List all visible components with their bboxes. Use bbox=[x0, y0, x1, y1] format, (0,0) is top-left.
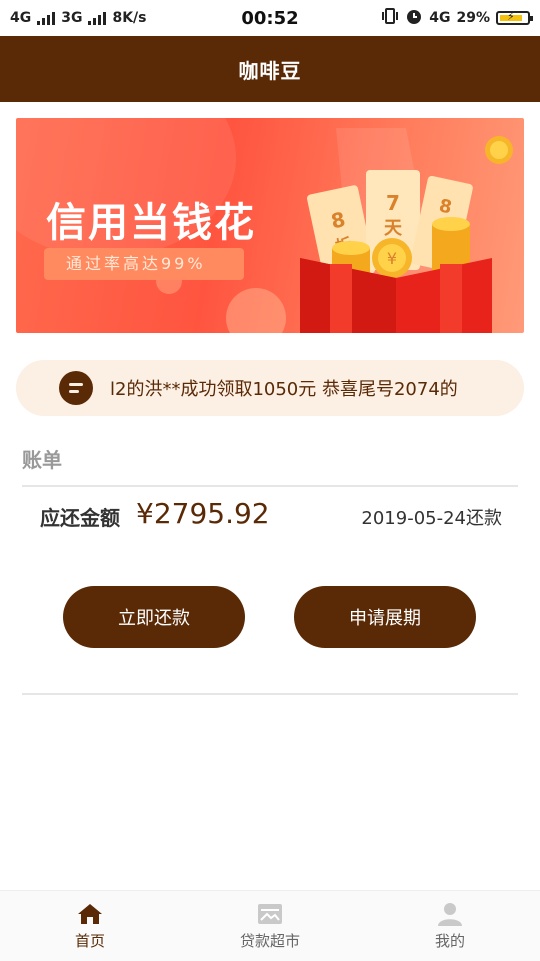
apply-extension-button[interactable]: 申请展期 bbox=[294, 586, 476, 648]
clock: 00:52 bbox=[241, 7, 299, 29]
status-bar: 4G 3G 8K/s 00:52 4G 29% ⚡ bbox=[0, 0, 540, 36]
battery-icon: ⚡ bbox=[496, 10, 533, 25]
tab-loan-market[interactable]: 贷款超市 bbox=[180, 891, 360, 961]
announcement-bar[interactable]: l2的洪**成功领取1050元 恭喜尾号2074的 bbox=[16, 360, 524, 416]
store-icon bbox=[258, 903, 282, 924]
divider bbox=[22, 485, 518, 487]
home-icon bbox=[78, 903, 102, 924]
tab-home[interactable]: 首页 bbox=[0, 891, 180, 961]
bill-section-title: 账单 bbox=[22, 448, 62, 472]
network-type-1: 4G bbox=[10, 10, 32, 26]
banner-headline: 信用当钱花 bbox=[46, 200, 256, 246]
divider bbox=[22, 693, 518, 695]
bottom-tab-bar: 首页 贷款超市 我的 bbox=[0, 890, 540, 961]
svg-text:¥: ¥ bbox=[387, 249, 397, 268]
repay-now-button[interactable]: 立即还款 bbox=[63, 586, 245, 648]
tab-label: 贷款超市 bbox=[239, 931, 300, 950]
tab-label: 首页 bbox=[74, 931, 105, 950]
ticket-text: 7 bbox=[386, 191, 400, 215]
vibrate-icon bbox=[381, 8, 399, 28]
ticket-text: 天 bbox=[384, 218, 403, 239]
message-icon bbox=[59, 371, 93, 405]
due-date: 2019-05-24还款 bbox=[361, 508, 502, 529]
due-amount-label: 应还金额 bbox=[40, 506, 120, 530]
announcement-text: l2的洪**成功领取1050元 恭喜尾号2074的 bbox=[110, 379, 458, 400]
tab-mine[interactable]: 我的 bbox=[360, 891, 540, 961]
alarm-icon bbox=[405, 7, 423, 29]
network-type-2: 3G bbox=[61, 10, 83, 26]
signal-icon bbox=[37, 11, 56, 25]
network-speed: 8K/s bbox=[112, 10, 147, 26]
battery-percent: 29% bbox=[456, 10, 490, 26]
user-icon bbox=[438, 902, 462, 926]
app-header: 咖啡豆 bbox=[0, 36, 540, 102]
page-title: 咖啡豆 bbox=[238, 58, 302, 83]
network-type-3: 4G bbox=[429, 10, 451, 26]
gift-box-coins-illustration: 8 折 7 天 8 ¥ bbox=[300, 128, 513, 333]
promo-banner[interactable]: 信用当钱花 通过率高达99% 8 折 7 天 8 ¥ bbox=[16, 118, 524, 333]
tab-label: 我的 bbox=[434, 931, 465, 950]
banner-subline: 通过率高达99% bbox=[44, 248, 244, 280]
status-left: 4G 3G 8K/s bbox=[10, 10, 147, 26]
due-amount-value: ¥2795.92 bbox=[136, 497, 270, 530]
status-right: 4G 29% ⚡ bbox=[381, 7, 533, 29]
signal-icon bbox=[88, 11, 107, 25]
